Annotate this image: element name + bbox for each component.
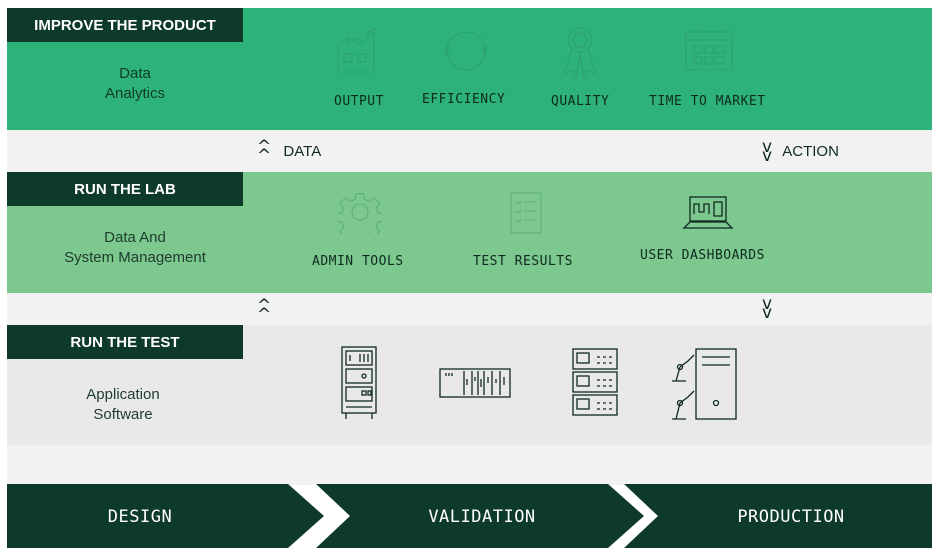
efficiency-label: EFFICIENCY — [422, 92, 506, 107]
lab-subtitle-line1: Data And — [104, 229, 166, 246]
chevron-down-icon: vv — [762, 294, 773, 324]
daq-chassis-icon — [439, 368, 511, 398]
admin-tools-label: ADMIN TOOLS — [312, 254, 404, 269]
stage-production-label: PRODUCTION — [737, 507, 845, 527]
stage-design-label: DESIGN — [107, 507, 173, 527]
robot-tower-icon — [672, 348, 737, 420]
factory-icon — [337, 28, 379, 73]
chevron-up-icon: ^ ^ — [257, 296, 272, 326]
spacer-band — [7, 445, 932, 485]
improve-subtitle: Data Analytics — [20, 64, 250, 104]
quality-label: QUALITY — [551, 94, 610, 109]
lab-subtitle: Data And System Management — [20, 228, 250, 268]
test-subtitle: Application Software — [8, 385, 238, 425]
improve-subtitle-line2: Analytics — [104, 85, 166, 102]
lab-tag: RUN THE LAB — [7, 172, 243, 206]
test-subtitle-line1: Application — [86, 386, 160, 403]
user-dashboards-label: USER DASHBOARDS — [640, 248, 765, 263]
flow-up-2: ^ ^ — [257, 296, 272, 326]
flow-gap-2 — [7, 293, 932, 325]
action-flow-down: vv ACTION — [762, 137, 839, 167]
gear-icon — [338, 193, 382, 234]
test-results-label: TEST RESULTS — [473, 254, 573, 269]
time-to-market-label: TIME TO MARKET — [649, 94, 766, 109]
award-ribbon-icon — [563, 27, 597, 80]
data-flow-up: ^ ^ DATA — [257, 137, 322, 167]
flow-down-2: vv — [762, 294, 773, 324]
calendar-icon — [685, 28, 733, 71]
lab-subtitle-line2: System Management — [64, 249, 206, 266]
laptop-dashboard-icon — [682, 196, 734, 229]
test-tag: RUN THE TEST — [7, 325, 243, 359]
test-rack-icon — [341, 346, 377, 419]
instrument-stack-icon — [572, 348, 618, 416]
checklist-icon — [510, 192, 542, 234]
chevron-up-icon: ^ ^ — [257, 137, 272, 167]
chevron-down-icon: vv — [762, 137, 773, 167]
action-flow-label: ACTION — [782, 143, 839, 160]
output-label: OUTPUT — [334, 94, 384, 109]
stage-validation-label: VALIDATION — [428, 507, 536, 527]
improve-subtitle-line1: Data — [119, 65, 151, 82]
improve-tag: IMPROVE THE PRODUCT — [7, 8, 243, 42]
cycle-icon — [443, 31, 489, 71]
test-subtitle-line2: Software — [93, 406, 153, 423]
data-flow-label: DATA — [283, 143, 322, 160]
